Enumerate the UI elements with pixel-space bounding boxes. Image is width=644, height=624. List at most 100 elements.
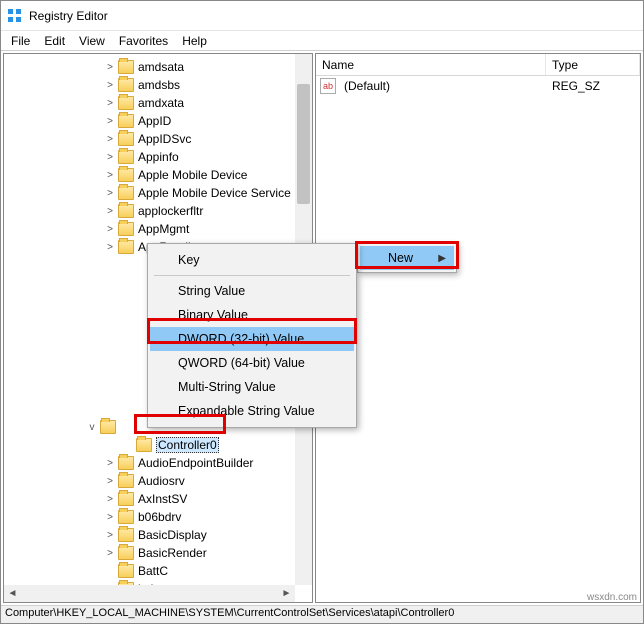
value-list-panel: Name Type ab(Default)REG_SZ — [315, 53, 641, 603]
list-row[interactable]: ab(Default)REG_SZ — [316, 76, 640, 96]
tree-node[interactable]: >AxInstSV — [4, 490, 312, 508]
tree-node[interactable]: >AppIDSvc — [4, 130, 312, 148]
new-binary-label: Binary Value — [178, 308, 248, 322]
status-path: Computer\HKEY_LOCAL_MACHINE\SYSTEM\Curre… — [5, 607, 454, 619]
tree-node[interactable]: BattC — [4, 562, 312, 580]
new-dword-value[interactable]: DWORD (32-bit) Value — [150, 327, 354, 351]
new-expandable-string-value[interactable]: Expandable String Value — [150, 399, 354, 423]
expand-icon[interactable]: > — [104, 476, 116, 487]
expand-icon[interactable]: > — [104, 98, 116, 109]
status-bar: Computer\HKEY_LOCAL_MACHINE\SYSTEM\Curre… — [1, 605, 643, 623]
tree-node-label: BasicRender — [138, 546, 207, 560]
value-type: REG_SZ — [546, 79, 606, 93]
menu-separator — [154, 275, 350, 276]
new-key[interactable]: Key — [150, 248, 354, 272]
expand-icon[interactable]: > — [104, 62, 116, 73]
menu-view[interactable]: View — [73, 32, 111, 50]
tree-node-label: applockerfltr — [138, 204, 203, 218]
new-multistring-label: Multi-String Value — [178, 380, 276, 394]
tree-node[interactable]: > Apple Mobile Device Service — [4, 184, 312, 202]
tree-node-label: Apple Mobile Device Service — [138, 186, 291, 200]
app-icon — [7, 8, 23, 24]
title-bar: Registry Editor — [1, 1, 643, 31]
new-expandable-label: Expandable String Value — [178, 404, 315, 418]
menu-help[interactable]: Help — [176, 32, 213, 50]
expand-icon[interactable]: v — [86, 422, 98, 433]
tree-node-label: Appinfo — [138, 150, 179, 164]
menu-favorites[interactable]: Favorites — [113, 32, 174, 50]
column-type[interactable]: Type — [546, 54, 640, 75]
tree-node[interactable]: > AppID — [4, 112, 312, 130]
expand-icon[interactable]: > — [104, 494, 116, 505]
scroll-right-icon[interactable]: ► — [278, 585, 295, 602]
folder-icon — [118, 132, 134, 146]
new-string-value[interactable]: String Value — [150, 279, 354, 303]
folder-icon — [118, 204, 134, 218]
tree-node[interactable]: > BasicRender — [4, 544, 312, 562]
tree-node-label: AudioEndpointBuilder — [138, 456, 253, 470]
tree-node[interactable]: > amdxata — [4, 94, 312, 112]
window-title: Registry Editor — [29, 9, 108, 23]
expand-icon[interactable]: > — [104, 152, 116, 163]
new-binary-value[interactable]: Binary Value — [150, 303, 354, 327]
tree-node[interactable]: Controller0 — [4, 436, 312, 454]
watermark: wsxdn.com — [587, 592, 637, 603]
folder-icon — [118, 240, 134, 254]
tree-node[interactable]: >amdsbs — [4, 76, 312, 94]
new-dword-label: DWORD (32-bit) Value — [178, 332, 304, 346]
menu-edit[interactable]: Edit — [38, 32, 71, 50]
tree-node-label: amdsata — [138, 60, 184, 74]
folder-icon — [118, 492, 134, 506]
expand-icon[interactable]: > — [104, 134, 116, 145]
tree-horizontal-scrollbar[interactable]: ◄ ► — [4, 585, 295, 602]
tree-node[interactable]: > AudioEndpointBuilder — [4, 454, 312, 472]
list-header: Name Type — [316, 54, 640, 76]
submenu-arrow-icon: ▶ — [438, 253, 446, 264]
tree-node[interactable]: > amdsata — [4, 58, 312, 76]
folder-icon — [118, 114, 134, 128]
expand-icon[interactable]: > — [104, 188, 116, 199]
tree-node-label: BasicDisplay — [138, 528, 207, 542]
menu-file[interactable]: File — [5, 32, 36, 50]
expand-icon[interactable]: > — [104, 80, 116, 91]
folder-icon — [118, 474, 134, 488]
tree-node-label: Audiosrv — [138, 474, 185, 488]
tree-node[interactable]: > Audiosrv — [4, 472, 312, 490]
scroll-left-icon[interactable]: ◄ — [4, 585, 21, 602]
tree-node[interactable]: > applockerfltr — [4, 202, 312, 220]
expand-icon[interactable]: > — [104, 512, 116, 523]
context-menu-parent: New ▶ — [357, 243, 457, 273]
folder-icon — [118, 186, 134, 200]
tree-node-label: Apple Mobile Device — [138, 168, 247, 182]
tree-node[interactable]: >AppMgmt — [4, 220, 312, 238]
folder-icon — [136, 438, 152, 452]
new-qword-value[interactable]: QWORD (64-bit) Value — [150, 351, 354, 375]
value-name: (Default) — [338, 79, 546, 93]
tree-node[interactable]: > Appinfo — [4, 148, 312, 166]
folder-icon — [118, 222, 134, 236]
new-key-label: Key — [178, 253, 200, 267]
context-menu-new[interactable]: New ▶ — [360, 246, 454, 270]
expand-icon[interactable]: > — [104, 170, 116, 181]
expand-icon[interactable]: > — [104, 206, 116, 217]
scrollbar-thumb[interactable] — [297, 84, 310, 204]
folder-icon — [118, 564, 134, 578]
list-body[interactable]: ab(Default)REG_SZ — [316, 76, 640, 96]
tree-node[interactable]: >b06bdrv — [4, 508, 312, 526]
tree-node-label: amdxata — [138, 96, 184, 110]
expand-icon[interactable]: > — [104, 116, 116, 127]
new-multistring-value[interactable]: Multi-String Value — [150, 375, 354, 399]
expand-icon[interactable]: > — [104, 458, 116, 469]
expand-icon[interactable]: > — [104, 530, 116, 541]
folder-icon — [118, 528, 134, 542]
tree-node-label: AppID — [138, 114, 171, 128]
expand-icon[interactable]: > — [104, 242, 116, 253]
expand-icon[interactable]: > — [104, 548, 116, 559]
column-name[interactable]: Name — [316, 54, 546, 75]
tree-node[interactable]: > BasicDisplay — [4, 526, 312, 544]
folder-icon — [118, 546, 134, 560]
tree-node[interactable]: > Apple Mobile Device — [4, 166, 312, 184]
folder-icon — [118, 96, 134, 110]
expand-icon[interactable]: > — [104, 224, 116, 235]
tree-node-label: BattC — [138, 564, 168, 578]
